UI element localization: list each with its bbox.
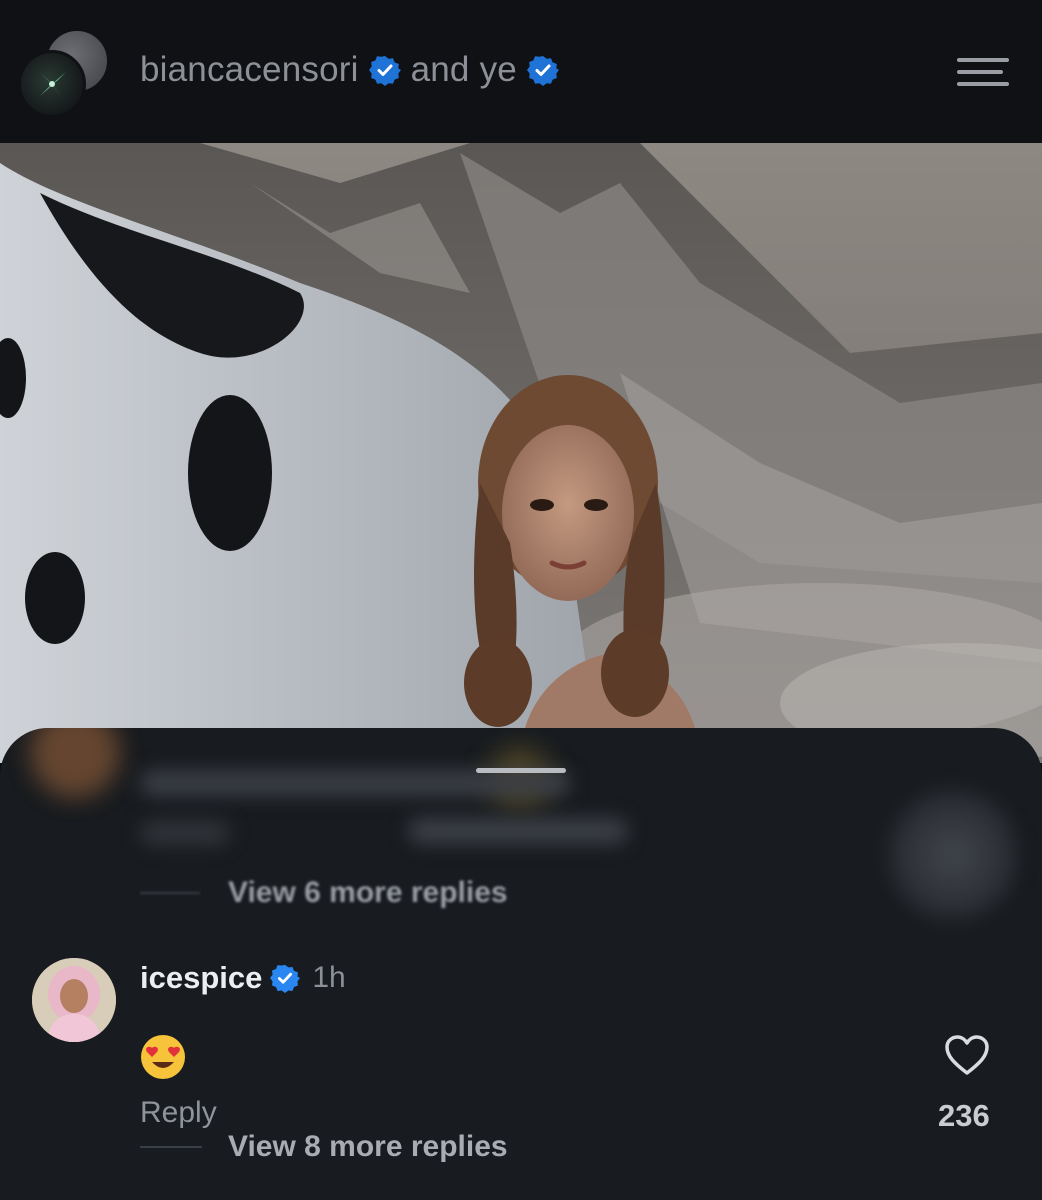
heart-outline-icon[interactable]	[944, 1034, 990, 1076]
hamburger-menu-icon[interactable]	[955, 55, 1011, 87]
blurred-label	[408, 818, 628, 844]
verified-badge-icon	[270, 964, 301, 993]
blurred-right-avatar	[888, 790, 1018, 920]
instagram-post-screen: biancacensori and ye View 6 more replies…	[0, 0, 1042, 1200]
collab-avatars[interactable]	[18, 28, 110, 118]
sheet-grabber[interactable]	[476, 768, 566, 773]
blurred-view-more-replies[interactable]: View 6 more replies	[140, 876, 508, 910]
post-image[interactable]	[0, 143, 1042, 763]
reply-button[interactable]: Reply	[140, 1096, 217, 1130]
comment-timestamp: 1h	[312, 961, 346, 994]
joiner-text: and	[410, 50, 470, 89]
avatar-photo	[32, 958, 116, 1042]
blurred-avatar	[30, 728, 120, 798]
blurred-view-more-text: View 6 more replies	[228, 876, 508, 909]
verified-badge-icon	[526, 56, 559, 86]
username-link[interactable]: biancacensori	[140, 50, 359, 90]
butterfly-avatar-icon	[38, 71, 66, 98]
comment-item: icespice 1h Reply 236 View 8 more replie…	[0, 956, 1042, 1196]
view-more-replies[interactable]: View 8 more replies	[140, 1130, 508, 1164]
commenter-username[interactable]: icespice	[140, 960, 262, 996]
blurred-text-line	[140, 770, 570, 796]
post-header: biancacensori and ye	[0, 0, 1042, 143]
post-title: biancacensori and ye	[140, 50, 559, 90]
collaborator-link[interactable]: ye	[480, 50, 517, 90]
like-count: 236	[938, 1098, 990, 1133]
comment-header: icespice 1h	[140, 960, 346, 996]
blurred-previous-comment: View 6 more replies	[0, 728, 1042, 938]
view-more-replies-text: View 8 more replies	[228, 1130, 508, 1163]
commenter-avatar[interactable]	[32, 958, 116, 1042]
post-photo	[0, 143, 1042, 763]
verified-badge-icon	[368, 56, 401, 86]
avatar-biancacensori[interactable]	[18, 50, 86, 118]
divider-dash	[140, 892, 200, 894]
divider-dash	[140, 1146, 202, 1148]
heart-eyes-emoji	[141, 1035, 185, 1079]
blurred-reply-label	[140, 820, 230, 846]
comments-sheet[interactable]: View 6 more replies icespice 1h Reply 23…	[0, 728, 1042, 1200]
